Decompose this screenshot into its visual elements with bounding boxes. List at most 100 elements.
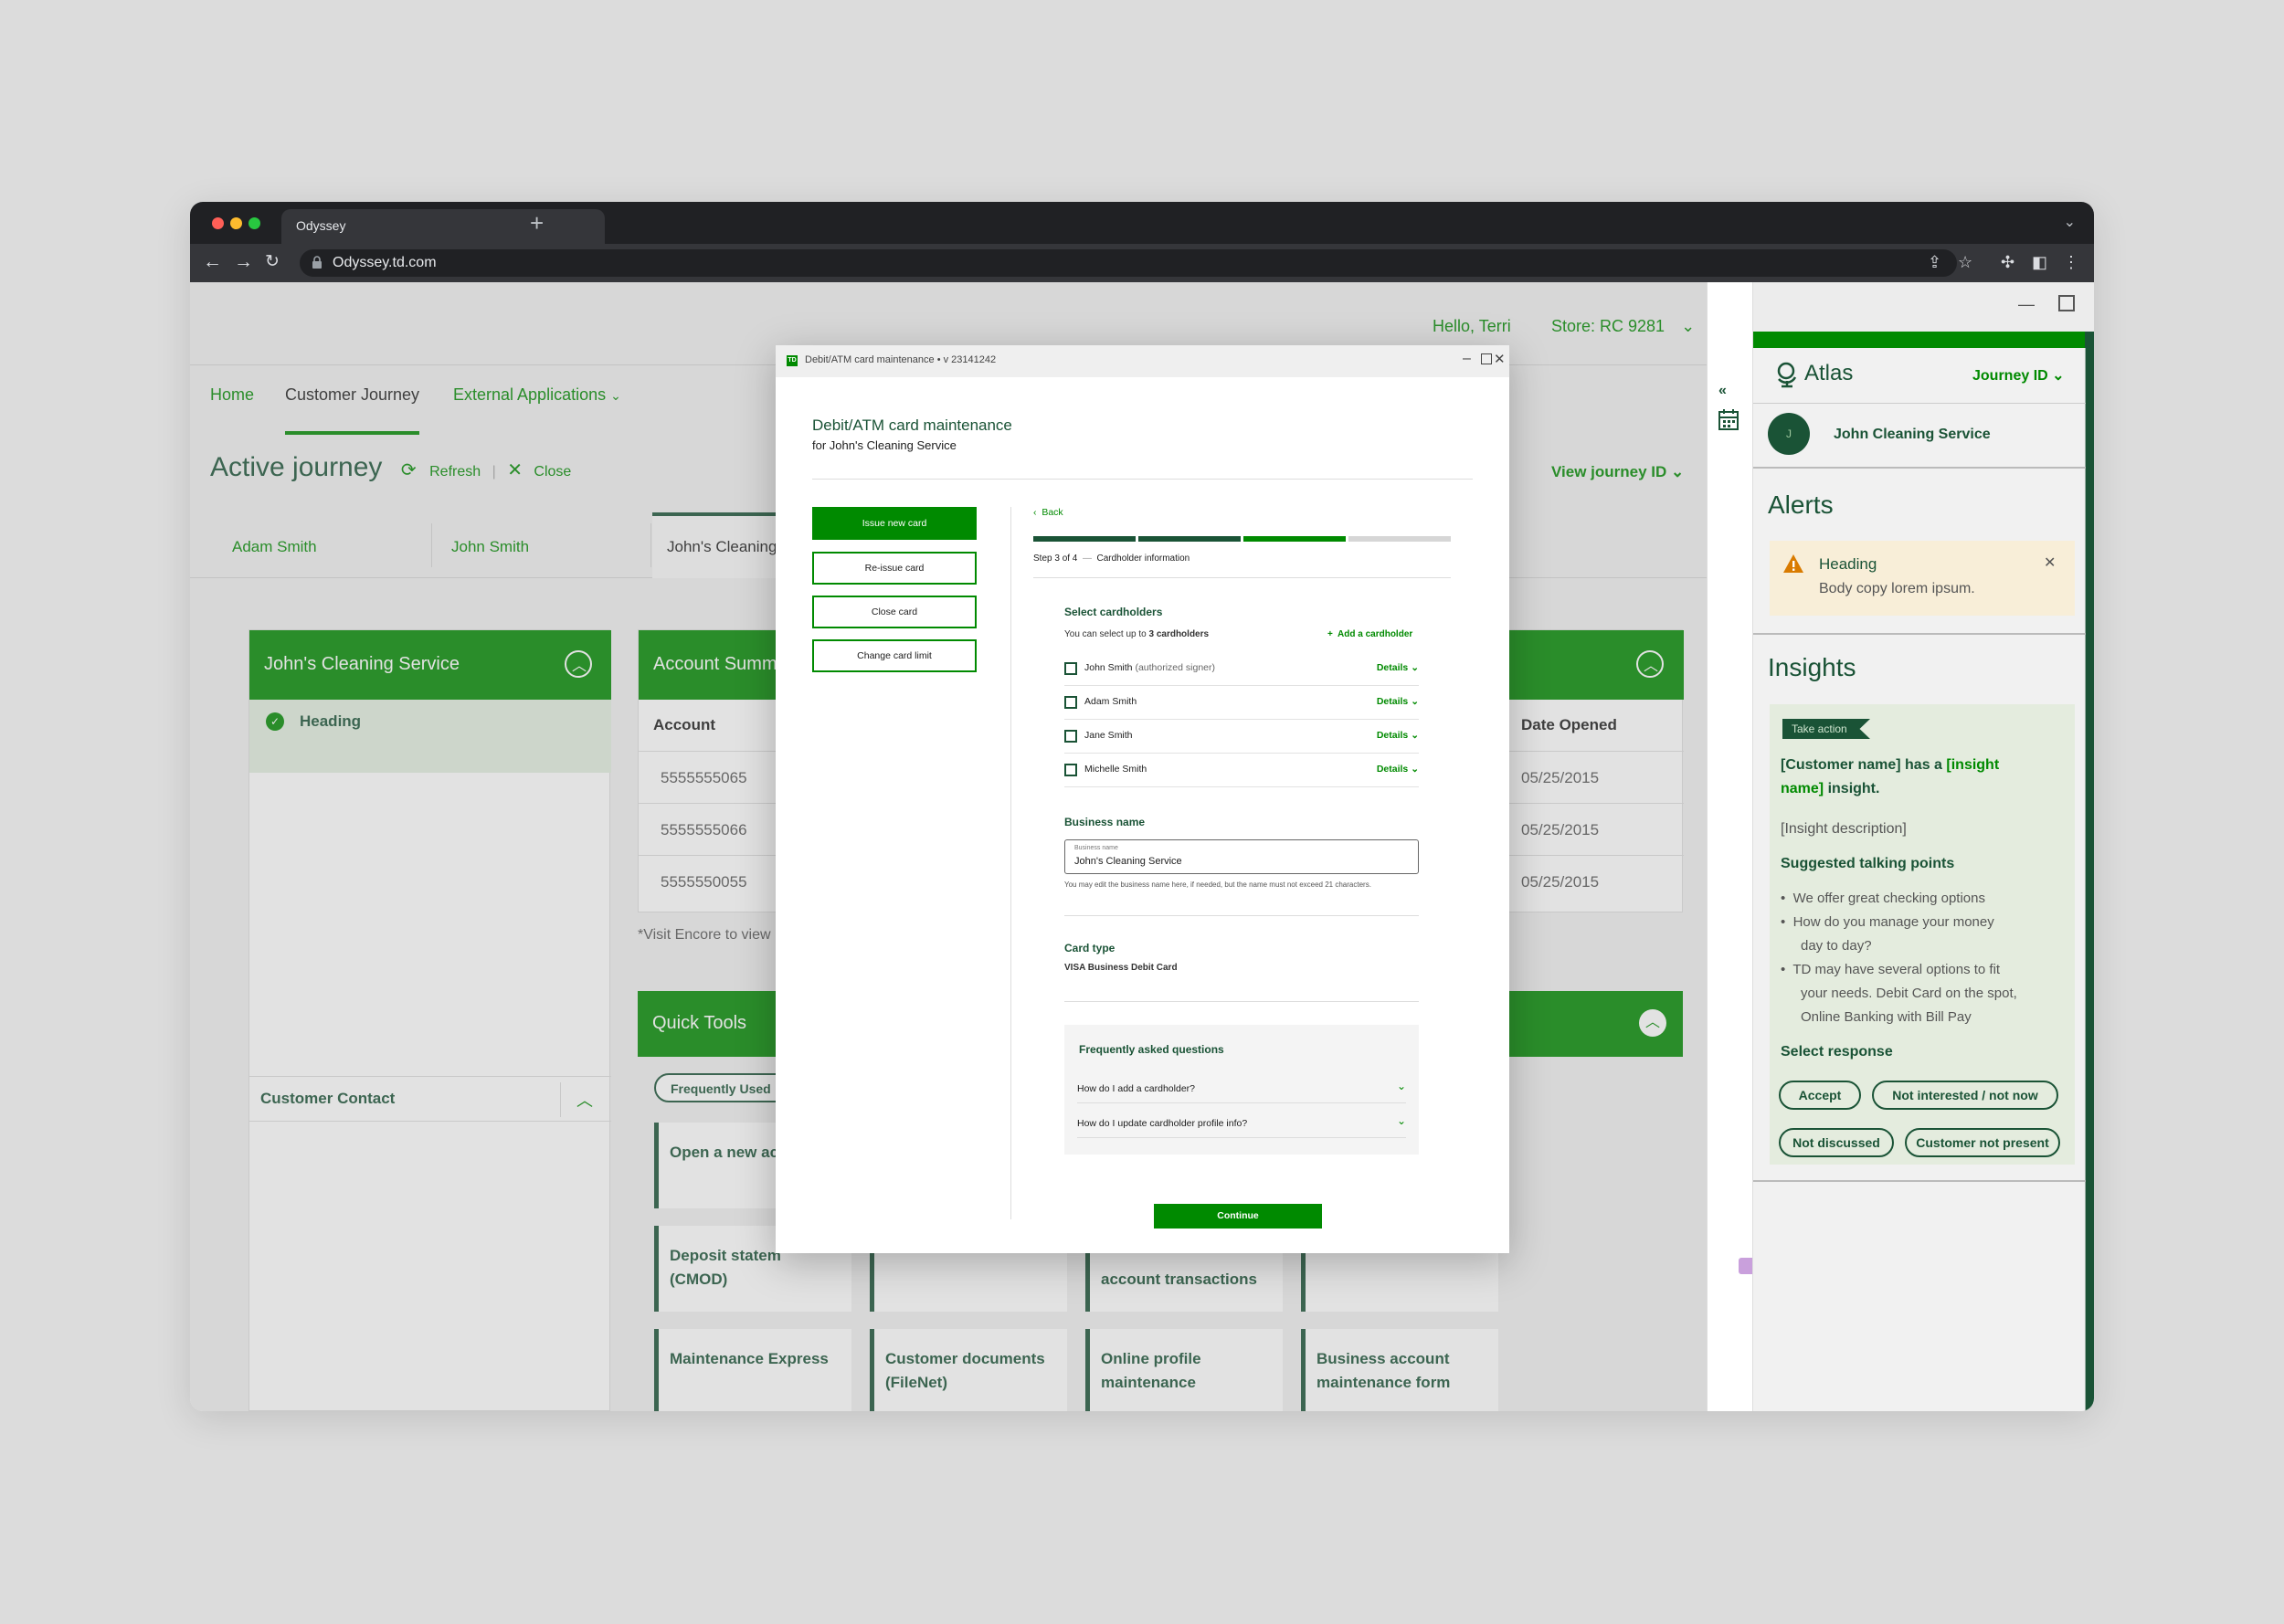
details-label: Details xyxy=(1376,662,1409,673)
details-toggle[interactable]: Details ⌄ xyxy=(1377,764,1419,775)
cardholder-row[interactable]: Jane Smith Details ⌄ xyxy=(1064,720,1419,754)
tab-search-chevron-icon[interactable]: ⌄ xyxy=(2064,213,2076,231)
step-indicator: Step 3 of 4 — Cardholder information xyxy=(1033,554,1190,564)
side-panel-icon[interactable]: ◧ xyxy=(2032,253,2047,272)
share-icon[interactable]: ⇪ xyxy=(1928,253,1941,272)
close-window-icon[interactable] xyxy=(212,217,224,229)
minimize-window-icon[interactable] xyxy=(230,217,242,229)
talking-point: We offer great checking options xyxy=(1792,891,1985,906)
back-link[interactable]: ‹ Back xyxy=(1033,507,1063,518)
talking-point: Online Banking with Bill Pay xyxy=(1801,1009,1972,1025)
talking-point: day to day? xyxy=(1801,938,1872,954)
chevron-down-icon: ⌄ xyxy=(1411,764,1419,775)
chevron-down-icon: ⌄ xyxy=(1396,1080,1406,1092)
cardholder-checkbox[interactable] xyxy=(1064,662,1077,675)
reissue-card-button[interactable]: Re-issue card xyxy=(812,552,977,585)
modal-titlebar: TD Debit/ATM card maintenance • v 231412… xyxy=(776,345,1509,377)
browser-tab[interactable]: Odyssey xyxy=(281,209,605,244)
hint-text: You can select up to xyxy=(1064,629,1149,639)
card-type-value: VISA Business Debit Card xyxy=(1064,963,1178,973)
forward-arrow-icon[interactable]: → xyxy=(234,251,253,273)
alert-heading: Heading xyxy=(1819,555,1877,573)
change-card-limit-button[interactable]: Change card limit xyxy=(812,639,977,672)
modal-subtitle: for John's Cleaning Service xyxy=(812,438,957,452)
divider xyxy=(1064,915,1419,916)
response-accept-button[interactable]: Accept xyxy=(1779,1081,1861,1110)
select-response-label: Select response xyxy=(1781,1044,1893,1060)
journey-id-dropdown[interactable]: Journey ID ⌄ xyxy=(1972,366,2065,385)
url-bar[interactable]: Odyssey.td.com xyxy=(300,249,1957,277)
response-not-discussed-button[interactable]: Not discussed xyxy=(1779,1128,1894,1157)
browser-tab-title: Odyssey xyxy=(296,218,346,233)
cardholder-checkbox[interactable] xyxy=(1064,696,1077,709)
maximize-icon[interactable] xyxy=(1481,353,1492,364)
cardholder-name: John Smith (authorized signer) xyxy=(1084,662,1215,673)
talking-point: How do you manage your money xyxy=(1792,914,1994,930)
back-label: Back xyxy=(1042,507,1063,518)
browser-tab-strip: Odyssey + ⌄ xyxy=(190,202,2094,244)
maximize-icon[interactable] xyxy=(2058,295,2075,311)
insight-link[interactable]: name] xyxy=(1781,781,1824,796)
side-rail: « xyxy=(1707,282,1755,1411)
details-label: Details xyxy=(1376,696,1409,707)
cardholder-row[interactable]: John Smith (authorized signer) Details ⌄ xyxy=(1064,652,1419,686)
back-arrow-icon[interactable]: ← xyxy=(203,251,222,273)
calendar-icon[interactable] xyxy=(1718,408,1739,430)
step-dash: — xyxy=(1082,554,1092,564)
details-toggle[interactable]: Details ⌄ xyxy=(1377,730,1419,741)
close-card-button[interactable]: Close card xyxy=(812,596,977,628)
cardholder-name-text: John Smith xyxy=(1084,662,1133,673)
atlas-edge xyxy=(2085,332,2094,1411)
cardholder-checkbox[interactable] xyxy=(1064,764,1077,776)
business-name-input[interactable]: Business name John's Cleaning Service xyxy=(1064,839,1419,874)
cardholder-name: Adam Smith xyxy=(1084,696,1137,707)
progress-step-3 xyxy=(1243,536,1346,542)
cardholder-note: (authorized signer) xyxy=(1132,662,1215,673)
business-name-floating-label: Business name xyxy=(1074,845,1118,851)
minimize-icon[interactable]: — xyxy=(2018,295,2035,314)
faq-item[interactable]: How do I add a cardholder? ⌄ xyxy=(1077,1069,1406,1103)
talking-point: your needs. Debit Card on the spot, xyxy=(1801,986,2017,1001)
step-name: Cardholder information xyxy=(1096,554,1190,564)
browser-menu-icon[interactable]: ⋮ xyxy=(2063,253,2079,272)
atlas-accent-bar xyxy=(1753,332,2094,348)
business-name-help: You may edit the business name here, if … xyxy=(1064,881,1371,889)
take-action-tag: Take action xyxy=(1782,719,1870,739)
maximize-window-icon[interactable] xyxy=(248,217,260,229)
collapse-panel-icon[interactable]: « xyxy=(1718,383,1727,399)
lock-icon xyxy=(312,256,322,269)
extensions-icon[interactable]: ✣ xyxy=(2001,253,2014,272)
dismiss-alert-icon[interactable]: ✕ xyxy=(2044,554,2056,572)
business-name-title: Business name xyxy=(1064,816,1146,828)
details-label: Details xyxy=(1376,764,1409,775)
new-tab-button[interactable]: + xyxy=(530,209,544,237)
alert-body: Body copy lorem ipsum. xyxy=(1819,581,1975,596)
faq-item[interactable]: How do I update cardholder profile info?… xyxy=(1077,1103,1406,1138)
atlas-window-bar: — xyxy=(1753,282,2094,332)
add-cardholder-button[interactable]: + Add a cardholder xyxy=(1327,629,1412,639)
bookmark-star-icon[interactable]: ☆ xyxy=(1958,253,1972,272)
details-toggle[interactable]: Details ⌄ xyxy=(1377,696,1419,707)
select-cardholders-hint: You can select up to 3 cardholders xyxy=(1064,629,1209,639)
insights-title: Insights xyxy=(1768,653,1856,681)
insight-headline: [Customer name] has a [insight name] ins… xyxy=(1781,754,2064,801)
cardholder-checkbox[interactable] xyxy=(1064,730,1077,743)
cardholder-row[interactable]: Michelle Smith Details ⌄ xyxy=(1064,754,1419,787)
details-toggle[interactable]: Details ⌄ xyxy=(1377,662,1419,673)
atlas-customer-name: John Cleaning Service xyxy=(1834,427,1991,442)
response-customer-not-present-button[interactable]: Customer not present xyxy=(1905,1128,2060,1157)
response-not-interested-button[interactable]: Not interested / not now xyxy=(1872,1081,2058,1110)
minimize-icon[interactable]: – xyxy=(1463,351,1471,367)
close-icon[interactable]: ✕ xyxy=(1494,351,1506,367)
insight-link[interactable]: [insight xyxy=(1946,757,1999,773)
chevron-left-icon: ‹ xyxy=(1033,507,1037,518)
progress-step-4 xyxy=(1348,536,1451,542)
divider xyxy=(1753,633,2086,635)
reload-icon[interactable]: ↻ xyxy=(265,251,280,273)
talking-points-title: Suggested talking points xyxy=(1781,856,1955,871)
warning-icon xyxy=(1783,554,1803,573)
cardholder-row[interactable]: Adam Smith Details ⌄ xyxy=(1064,686,1419,720)
issue-new-card-button[interactable]: Issue new card xyxy=(812,507,977,540)
divider xyxy=(1753,467,2086,469)
continue-button[interactable]: Continue xyxy=(1154,1204,1322,1229)
